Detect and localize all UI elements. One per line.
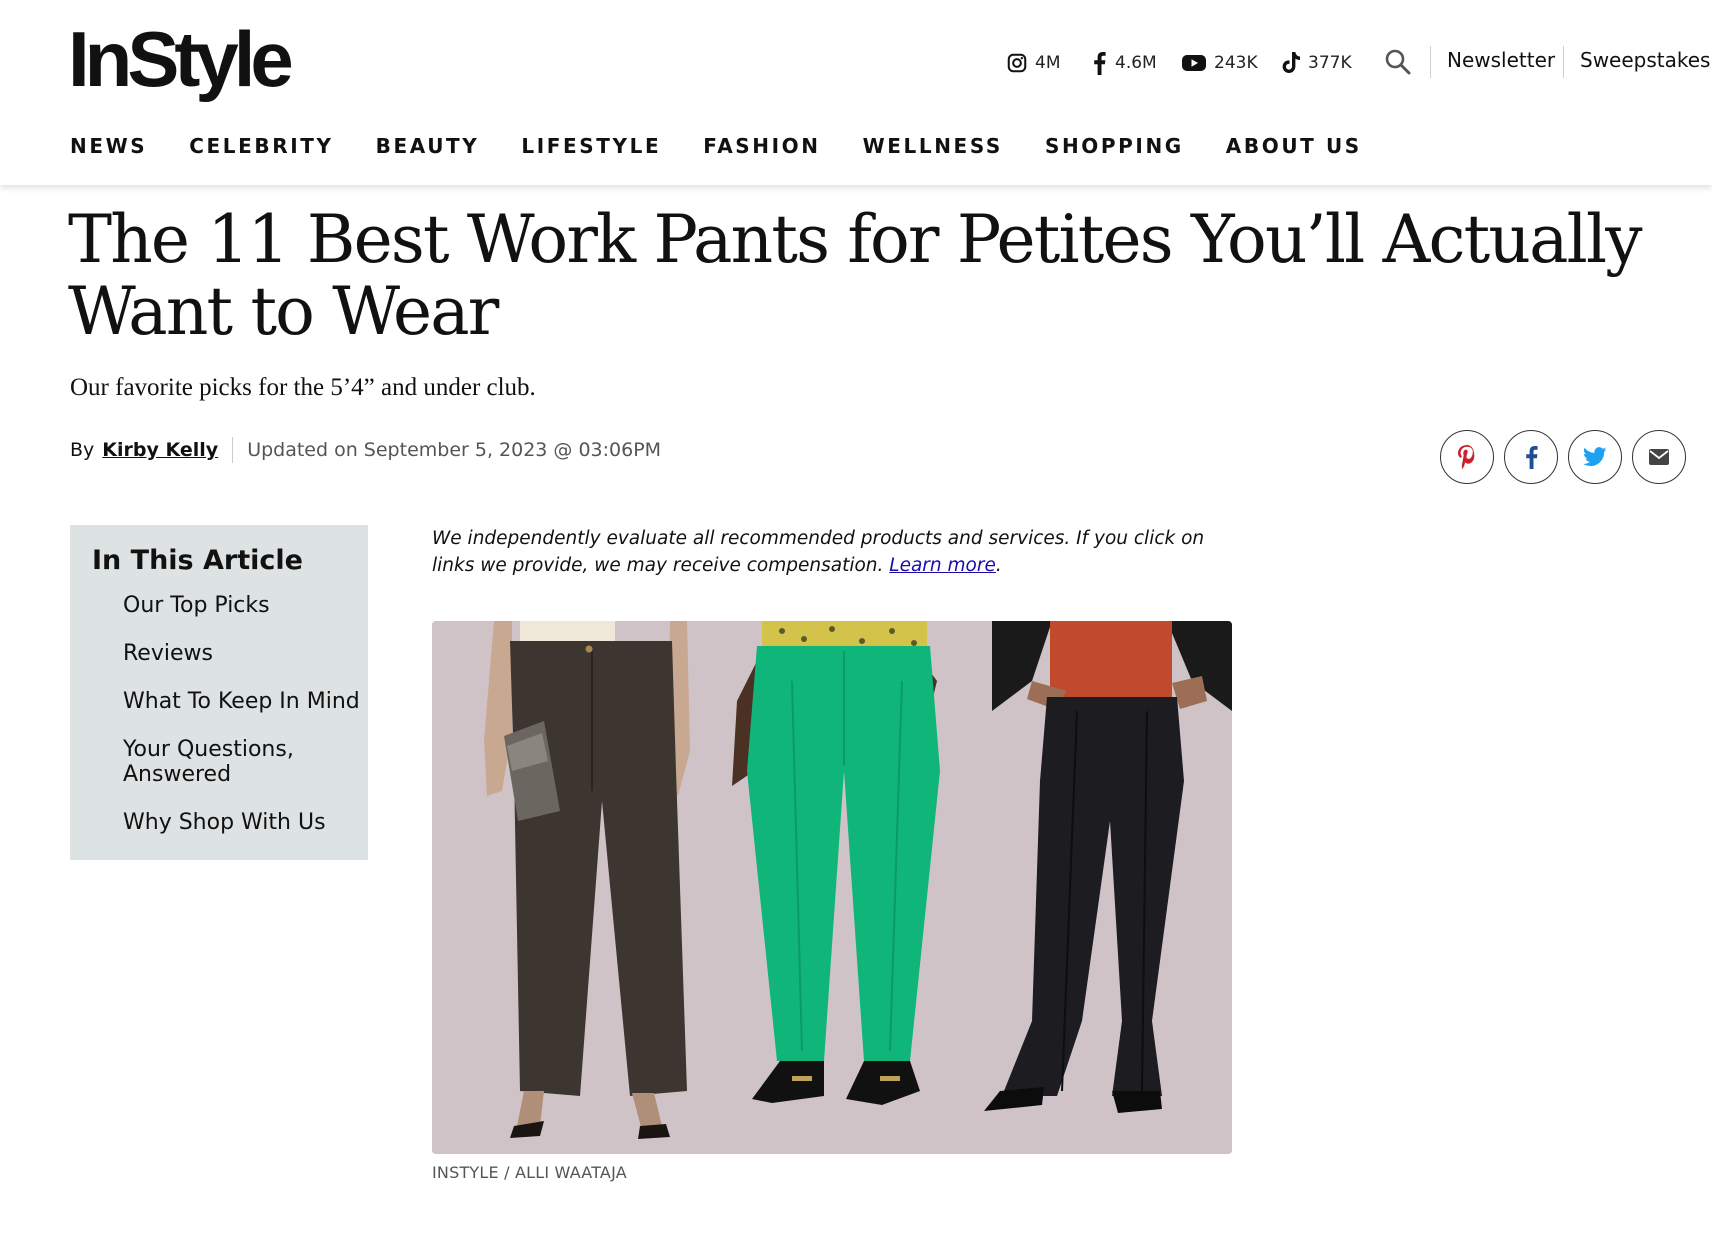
header-divider: [1430, 46, 1431, 78]
main-nav: NEWS CELEBRITY BEAUTY LIFESTYLE FASHION …: [70, 134, 1404, 158]
toc-item-our-top-picks[interactable]: Our Top Picks: [123, 593, 363, 618]
site-header: InStyle 4M 4.6M 243K 377K Newsletter Swe…: [0, 0, 1712, 185]
hero-image-three-pants: [432, 621, 1232, 1154]
article-title: The 11 Best Work Pants for Petites You’l…: [68, 201, 1643, 350]
toc-item-reviews[interactable]: Reviews: [123, 641, 363, 666]
toc-title: In This Article: [92, 545, 303, 576]
pinterest-icon: [1458, 445, 1475, 470]
image-credit: INSTYLE / ALLI WAATAJA: [432, 1163, 627, 1182]
article-subtitle: Our favorite picks for the 5’4” and unde…: [70, 374, 536, 401]
youtube-count: 243K: [1214, 53, 1258, 73]
search-icon[interactable]: [1384, 48, 1412, 76]
tiktok-count: 377K: [1308, 53, 1352, 73]
toc-item-what-to-keep-in-mind[interactable]: What To Keep In Mind: [123, 689, 363, 714]
table-of-contents: In This Article Our Top Picks Reviews Wh…: [70, 525, 368, 860]
facebook-link[interactable]: 4.6M: [1090, 46, 1157, 80]
share-facebook-button[interactable]: [1504, 430, 1558, 484]
nav-item-about-us[interactable]: ABOUT US: [1226, 134, 1362, 158]
header-divider: [1563, 46, 1564, 78]
instagram-icon: [1007, 53, 1027, 73]
youtube-link[interactable]: 243K: [1181, 46, 1258, 80]
sweepstakes-link[interactable]: Sweepstakes: [1580, 48, 1710, 72]
instagram-link[interactable]: 4M: [1006, 46, 1060, 80]
toc-list: Our Top Picks Reviews What To Keep In Mi…: [123, 593, 363, 858]
nav-item-lifestyle[interactable]: LIFESTYLE: [521, 134, 661, 158]
share-twitter-button[interactable]: [1568, 430, 1622, 484]
nav-item-beauty[interactable]: BEAUTY: [376, 134, 480, 158]
updated-date: Updated on September 5, 2023 @ 03:06PM: [247, 439, 662, 461]
toc-item-why-shop-with-us[interactable]: Why Shop With Us: [123, 810, 363, 835]
instyle-logo[interactable]: InStyle: [68, 20, 294, 98]
newsletter-link[interactable]: Newsletter: [1447, 48, 1555, 72]
email-icon: [1649, 449, 1669, 465]
facebook-count: 4.6M: [1115, 53, 1157, 73]
byline: By Kirby Kelly Updated on September 5, 2…: [70, 437, 661, 463]
by-label: By: [70, 439, 95, 461]
share-email-button[interactable]: [1632, 430, 1686, 484]
learn-more-link[interactable]: Learn more: [889, 555, 996, 576]
disclaimer-text: We independently evaluate all recommende…: [432, 528, 1205, 576]
instagram-count: 4M: [1035, 53, 1061, 73]
affiliate-disclaimer: We independently evaluate all recommende…: [432, 528, 1205, 576]
share-pinterest-button[interactable]: [1440, 430, 1494, 484]
facebook-icon: [1526, 446, 1538, 469]
nav-item-celebrity[interactable]: CELEBRITY: [189, 134, 333, 158]
tiktok-link[interactable]: 377K: [1281, 46, 1352, 80]
facebook-icon: [1094, 52, 1106, 75]
youtube-icon: [1182, 55, 1206, 71]
twitter-icon: [1583, 447, 1607, 466]
toc-item-your-questions-answered[interactable]: Your Questions, Answered: [123, 737, 363, 787]
byline-divider: [232, 437, 234, 463]
nav-item-wellness[interactable]: WELLNESS: [863, 134, 1003, 158]
nav-item-fashion[interactable]: FASHION: [703, 134, 820, 158]
nav-item-news[interactable]: NEWS: [70, 134, 147, 158]
author-link[interactable]: Kirby Kelly: [102, 439, 218, 461]
tiktok-icon: [1282, 52, 1300, 73]
nav-item-shopping[interactable]: SHOPPING: [1045, 134, 1184, 158]
